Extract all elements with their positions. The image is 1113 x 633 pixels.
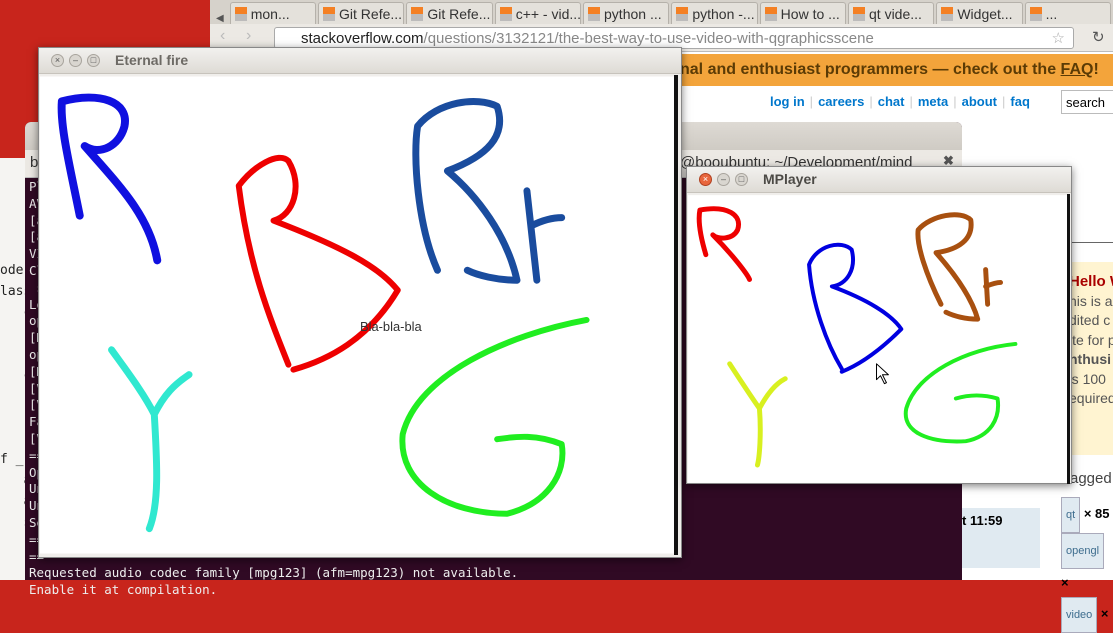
tag-row: opengl × (1061, 533, 1113, 597)
tag-list: qt × 85 opengl × video × (1061, 497, 1113, 633)
tab-label: Git Refe... (427, 5, 491, 22)
banner-text: nal and enthusiast programmers — check o… (680, 61, 1057, 78)
welcome-title: Hello W (1069, 273, 1113, 290)
welcome-line: 's 100 (1069, 370, 1106, 387)
window-title: Eternal fire (115, 52, 189, 68)
welcome-line: equired (1069, 390, 1113, 406)
nav-link-chat[interactable]: chat (878, 94, 905, 109)
nav-link-meta[interactable]: meta (918, 94, 948, 109)
nav-separator: | (1002, 94, 1006, 109)
reload-icon[interactable]: ↻ (1092, 28, 1105, 46)
favicon-icon (411, 6, 424, 21)
tag-count: × (1061, 575, 1069, 590)
titlebar: × – □ MPlayer (687, 167, 1071, 193)
nav-link-faq[interactable]: faq (1010, 94, 1030, 109)
tab-label: How to ... (780, 5, 840, 22)
tab-label: python -... (692, 5, 755, 22)
maximize-icon[interactable]: □ (735, 173, 748, 186)
timestamp-box: t 11:59 (960, 508, 1040, 568)
tagged-label: agged (1070, 470, 1112, 487)
browser-tab[interactable]: c++ - vid... (494, 2, 582, 24)
tag-count: × 85 (1083, 506, 1110, 521)
tag-row: qt × 85 (1061, 497, 1113, 533)
tab-label: qt vide... (869, 5, 922, 22)
nav-link-careers[interactable]: careers (818, 94, 864, 109)
nav-link-log-in[interactable]: log in (770, 94, 805, 109)
mplayer-window: × – □ MPlayer (686, 166, 1072, 484)
nav-separator: | (909, 94, 913, 109)
bla-label: Bla-bla-bla (360, 319, 423, 334)
back-icon[interactable]: ‹ (220, 27, 225, 45)
titlebar: × – □ Eternal fire (39, 48, 681, 74)
video-area (688, 194, 1070, 484)
close-icon[interactable]: × (699, 173, 712, 186)
forward-icon[interactable]: › (246, 27, 251, 45)
tab-label: mon... (250, 5, 290, 22)
terminal-line: Enable it at compilation. (29, 582, 218, 598)
divider (1072, 242, 1113, 243)
tag-video[interactable]: video (1061, 597, 1098, 633)
drawing-canvas: Bla-bla-bla (40, 75, 678, 555)
browser-tab[interactable]: qt vide... (848, 2, 935, 24)
nav-separator: | (869, 94, 873, 109)
tag-count: × (1100, 606, 1109, 621)
favicon-icon (676, 6, 689, 21)
browser-tab[interactable]: python -... (671, 2, 758, 24)
welcome-box: Hello W his is a dited c ite for p nthusi 's … (1065, 262, 1113, 455)
tab-label: Widget... (957, 5, 1013, 22)
tag-opengl[interactable]: opengl (1061, 533, 1105, 569)
maximize-icon[interactable]: □ (87, 54, 100, 67)
search-input[interactable]: search (1061, 90, 1113, 114)
tab-label: Git Refe... (339, 5, 403, 22)
tab-label: ... (1045, 5, 1058, 22)
favicon-icon (323, 6, 336, 21)
browser-tab[interactable]: python ... (583, 2, 670, 24)
browser-tab[interactable]: Git Refe... (406, 2, 493, 24)
favicon-icon (234, 6, 247, 21)
nav-separator: | (809, 94, 814, 109)
favicon-icon (1029, 6, 1042, 21)
welcome-line: nthusi (1069, 351, 1111, 367)
welcome-line: ite for p (1069, 331, 1113, 348)
nav-link-about[interactable]: about (962, 94, 997, 109)
top-nav: log in | careers | chat | meta | about | faq (770, 94, 1030, 109)
address-bar[interactable]: stackoverflow.com/questions/3132121/the-… (274, 27, 1074, 49)
browser-tab[interactable]: How to ... (759, 2, 846, 24)
browser-tab[interactable]: ... (1024, 2, 1111, 24)
favicon-icon (941, 6, 954, 21)
favicon-icon (588, 6, 601, 21)
tab-label: python ... (604, 5, 662, 22)
browser-tab[interactable]: Widget... (936, 2, 1023, 24)
browser-tab[interactable]: Git Refe... (318, 2, 405, 24)
minimize-icon[interactable]: – (717, 173, 730, 186)
favicon-icon (499, 6, 512, 21)
url-path: /questions/3132121/the-best-way-to-use-v… (423, 30, 874, 47)
window-title: MPlayer (763, 171, 817, 187)
browser-tab[interactable]: mon... (229, 2, 317, 24)
faq-link[interactable]: FAQ (1061, 61, 1094, 78)
nav-separator: | (953, 94, 957, 109)
tag-qt[interactable]: qt (1061, 497, 1081, 533)
favicon-icon (764, 6, 777, 21)
banner-end: ! (1093, 61, 1099, 78)
star-icon[interactable]: ☆ (1052, 29, 1065, 47)
welcome-line: his is a (1069, 292, 1113, 309)
tag-row: video × (1061, 597, 1113, 633)
tab-label: c++ - vid... (515, 5, 582, 22)
close-icon[interactable]: × (51, 54, 64, 67)
minimize-icon[interactable]: – (69, 54, 82, 67)
welcome-line: dited c (1069, 312, 1111, 328)
url-host: stackoverflow.com (301, 30, 424, 47)
eternal-fire-window: × – □ Eternal fire Bla-bla-bla (38, 47, 682, 558)
favicon-icon (853, 6, 865, 21)
tab-bar: ◀ mon... Git Refe... Git Refe... c++ - vid..… (210, 0, 1113, 24)
